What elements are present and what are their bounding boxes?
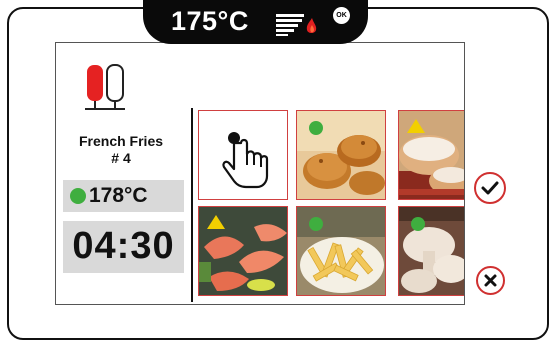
tile-croquettes[interactable] [296, 110, 386, 200]
tile-mushrooms[interactable] [398, 206, 466, 296]
set-temperature: 175°C [171, 6, 249, 36]
ready-indicator-dot [411, 217, 425, 231]
warning-indicator-triangle [207, 215, 225, 229]
tile-touch-select[interactable] [198, 110, 288, 200]
check-icon [481, 181, 499, 195]
current-temperature-box: 178°C [63, 180, 184, 212]
current-temperature: 178°C [89, 184, 148, 207]
timer-box[interactable]: 04:30 [63, 221, 184, 273]
product-name: French Fries [78, 133, 164, 149]
panel-divider [191, 108, 193, 302]
close-icon [484, 274, 497, 287]
product-number: # 4 [111, 150, 131, 166]
cancel-button[interactable] [476, 266, 505, 295]
confirm-button[interactable] [474, 172, 506, 204]
mushrooms-image [399, 207, 465, 295]
tile-shrimp[interactable] [198, 206, 288, 296]
action-column [464, 42, 514, 305]
heating-flame-icon [276, 14, 317, 36]
timer-value: 04:30 [72, 225, 175, 267]
header-pill: 175°C OK [143, 0, 368, 44]
ok-badge: OK [333, 7, 350, 24]
ready-indicator-dot [309, 217, 323, 231]
tile-fries[interactable] [296, 206, 386, 296]
tile-donuts[interactable] [398, 110, 466, 200]
fryer-baskets-icon [85, 64, 125, 110]
ready-indicator-dot [309, 121, 323, 135]
warning-indicator-triangle [407, 119, 425, 133]
hand-pointer-icon [222, 132, 269, 189]
temperature-ok-dot [70, 188, 86, 204]
